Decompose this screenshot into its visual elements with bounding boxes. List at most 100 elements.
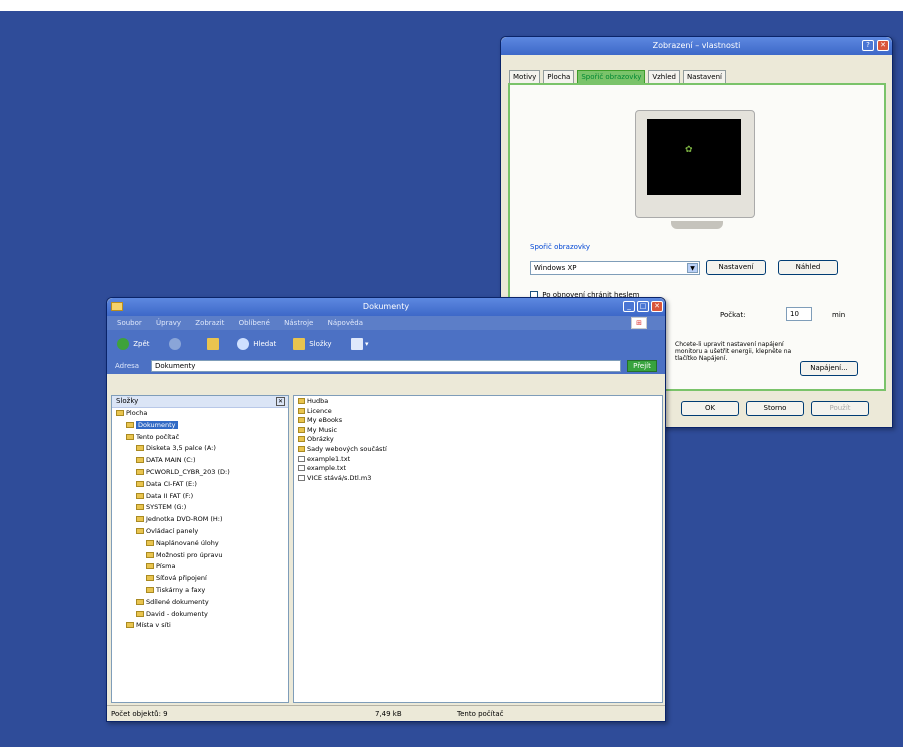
folders-button[interactable]: Složky (293, 338, 332, 350)
tree-item[interactable]: Písma (112, 561, 288, 573)
tab-nastaveni[interactable]: Nastavení (682, 70, 726, 83)
tab-vzhled[interactable]: Vzhled (648, 70, 680, 83)
folder-icon (146, 586, 154, 593)
tree-item-label: Tiskárny a faxy (156, 585, 206, 594)
help-icon[interactable]: ? (862, 40, 874, 51)
monitor-preview: ✿ (635, 110, 755, 229)
file-item[interactable]: Obrázky (294, 435, 662, 445)
tree-item[interactable]: Disketa 3,5 palce (A:) (112, 443, 288, 455)
file-item[interactable]: Sady webových součástí (294, 445, 662, 455)
up-button[interactable] (207, 338, 221, 350)
file-item[interactable]: VICE stává/s.Dtl.m3 (294, 474, 662, 484)
menu-soubor[interactable]: Soubor (117, 319, 142, 327)
tree-item-label: Data CI-FAT (E:) (146, 479, 197, 488)
tree-item-label: David - dokumenty (146, 609, 208, 618)
cancel-button[interactable]: Storno (746, 401, 804, 416)
tree-item[interactable]: Dokumenty (112, 420, 288, 432)
tree-item[interactable]: Síťová připojení (112, 573, 288, 585)
tab-plocha[interactable]: Plocha (543, 70, 575, 83)
folder-icon (126, 421, 134, 428)
tree-item[interactable]: Naplánované úlohy (112, 538, 288, 550)
file-item[interactable]: Hudba (294, 397, 662, 407)
chevron-down-icon[interactable]: ▼ (687, 263, 698, 273)
tree-item[interactable]: Sdílené dokumenty (112, 597, 288, 609)
search-icon (237, 338, 249, 350)
close-icon[interactable]: ✕ (276, 397, 285, 406)
address-input[interactable]: Dokumenty (151, 360, 621, 372)
tree-item[interactable]: Plocha (112, 408, 288, 420)
search-label: Hledat (253, 340, 277, 348)
file-item[interactable]: Licence (294, 407, 662, 417)
tree-item[interactable]: Data CI-FAT (E:) (112, 479, 288, 491)
power-button[interactable]: Napájení... (800, 361, 858, 376)
tree-item[interactable]: Tiskárny a faxy (112, 585, 288, 597)
folder-icon (298, 426, 305, 433)
dialog-title-bar[interactable]: Zobrazení – vlastnosti ? ✕ (501, 37, 892, 55)
file-item-label: Hudba (307, 397, 329, 405)
status-location: Tento počítač (457, 710, 504, 718)
file-rows: Hudba Licence My eBooks My Music Obrázky Sady… (294, 396, 662, 483)
search-button[interactable]: Hledat (237, 338, 276, 350)
go-button[interactable]: Přejít (627, 360, 657, 372)
tree-item[interactable]: Ovládací panely (112, 526, 288, 538)
file-item[interactable]: My Music (294, 426, 662, 436)
close-icon[interactable]: ✕ (651, 301, 663, 312)
minimize-icon[interactable]: _ (623, 301, 635, 312)
status-bar: Počet objektů: 9 7,49 kB Tento počítač (107, 705, 665, 721)
file-item[interactable]: example.txt (294, 464, 662, 474)
explorer-title: Dokumenty (362, 302, 410, 311)
wait-unit: min (832, 311, 846, 319)
windows-flag-icon: ⊞ (631, 317, 647, 329)
power-text: Chcete-li upravit nastavení napájení mon… (675, 341, 792, 362)
tree-item-label: Písma (156, 562, 176, 571)
tree-item-label: Naplánované úlohy (156, 538, 219, 547)
screensaver-select[interactable]: Windows XP ▼ (530, 261, 700, 275)
explorer-title-bar[interactable]: Dokumenty _ □ ✕ (107, 298, 665, 316)
tree-item[interactable]: Jednotka DVD-ROM (H:) (112, 514, 288, 526)
menu-oblibene[interactable]: Oblíbené (239, 319, 270, 327)
ok-button[interactable]: OK (681, 401, 739, 416)
file-item-label: My Music (307, 425, 338, 434)
tree-item[interactable]: David - dokumenty (112, 609, 288, 621)
file-item-label: VICE stává/s.Dtl.m3 (307, 473, 372, 482)
wait-label: Počkat: (720, 311, 746, 319)
folder-icon (146, 539, 154, 546)
views-icon (351, 338, 363, 350)
forward-arrow-icon (169, 338, 181, 350)
monitor-stand (671, 221, 723, 229)
apply-button[interactable]: Použít (811, 401, 869, 416)
menu-nastroje[interactable]: Nástroje (284, 319, 313, 327)
file-item[interactable]: My eBooks (294, 416, 662, 426)
tree-item-label: Disketa 3,5 palce (A:) (146, 444, 216, 453)
forward-button[interactable] (169, 338, 183, 350)
tree-item-label: PCWORLD_CYBR_203 (D:) (146, 467, 230, 476)
tree-item[interactable]: Tento počítač (112, 432, 288, 444)
tree-item-label: Tento počítač (136, 432, 180, 441)
tree-item[interactable]: SYSTEM (G:) (112, 502, 288, 514)
tree-item[interactable]: Data II FAT (F:) (112, 491, 288, 503)
folder-icon (136, 445, 144, 452)
views-button[interactable]: ▾ (351, 338, 369, 350)
folder-icon (136, 504, 144, 511)
tree-item[interactable]: Místa v síti (112, 620, 288, 632)
screensaver-group-label: Spořič obrazovky (530, 243, 591, 251)
tree-item-label: DATA MAIN (C:) (146, 456, 196, 465)
maximize-icon[interactable]: □ (637, 301, 649, 312)
tree-item-label: SYSTEM (G:) (146, 503, 187, 512)
preview-button[interactable]: Náhled (778, 260, 838, 275)
settings-button[interactable]: Nastavení (706, 260, 766, 275)
menu-zobrazit[interactable]: Zobrazit (195, 319, 224, 327)
menu-upravy[interactable]: Úpravy (156, 319, 181, 327)
tree-item[interactable]: DATA MAIN (C:) (112, 455, 288, 467)
address-bar: Adresa Dokumenty Přejít (107, 358, 665, 374)
close-icon[interactable]: ✕ (877, 40, 889, 51)
tab-motivy[interactable]: Motivy (509, 70, 541, 83)
back-button[interactable]: Zpět (117, 338, 150, 350)
wait-spinner[interactable]: 10 (786, 307, 812, 321)
file-item-label: example1.txt (307, 454, 351, 463)
tab-screensaver[interactable]: Spořič obrazovky (577, 70, 646, 83)
tree-item[interactable]: PCWORLD_CYBR_203 (D:) (112, 467, 288, 479)
file-item[interactable]: example1.txt (294, 455, 662, 465)
menu-napoveda[interactable]: Nápověda (328, 319, 363, 327)
tree-item[interactable]: Možnosti pro úpravu (112, 550, 288, 562)
